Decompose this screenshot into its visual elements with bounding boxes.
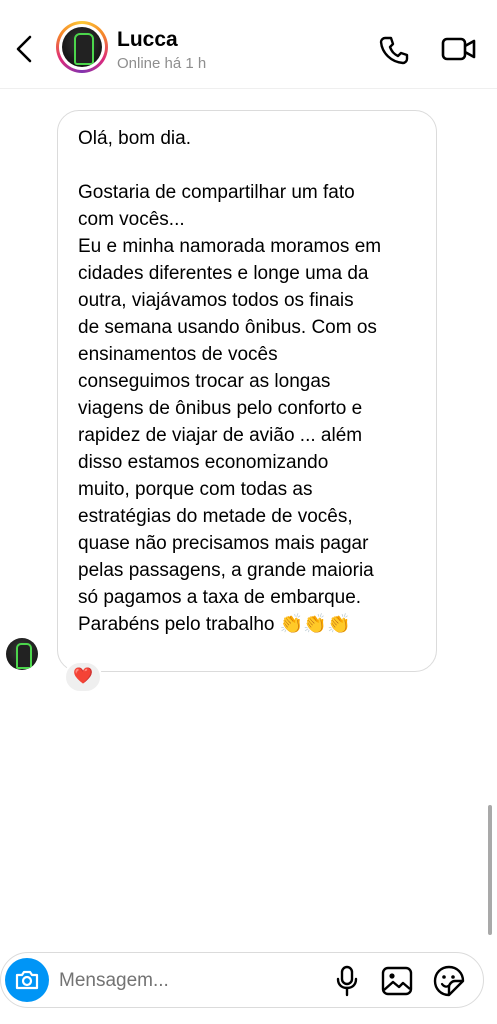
contact-status: Online há 1 h <box>117 55 207 72</box>
scrollbar[interactable] <box>488 805 492 935</box>
heart-reaction[interactable]: ❤️ <box>64 661 102 693</box>
back-chevron-icon[interactable] <box>12 34 36 64</box>
heart-icon: ❤️ <box>73 668 93 685</box>
message-input[interactable] <box>57 963 321 999</box>
message-bubble[interactable]: Olá, bom dia. Gostaria de compartilhar u… <box>57 110 437 672</box>
video-camera-icon[interactable] <box>441 34 477 64</box>
microphone-icon[interactable] <box>334 965 360 997</box>
contact-name[interactable]: Lucca <box>117 28 178 52</box>
camera-button[interactable] <box>5 958 49 1002</box>
avatar-image <box>62 27 102 67</box>
gallery-icon[interactable] <box>381 966 413 996</box>
sticker-icon[interactable] <box>433 965 465 997</box>
camera-icon <box>15 970 39 990</box>
chat-header: Lucca Online há 1 h <box>0 0 497 89</box>
message-composer <box>0 952 484 1008</box>
sender-avatar[interactable] <box>6 638 38 670</box>
contact-avatar[interactable] <box>56 21 108 73</box>
phone-icon[interactable] <box>378 34 410 66</box>
